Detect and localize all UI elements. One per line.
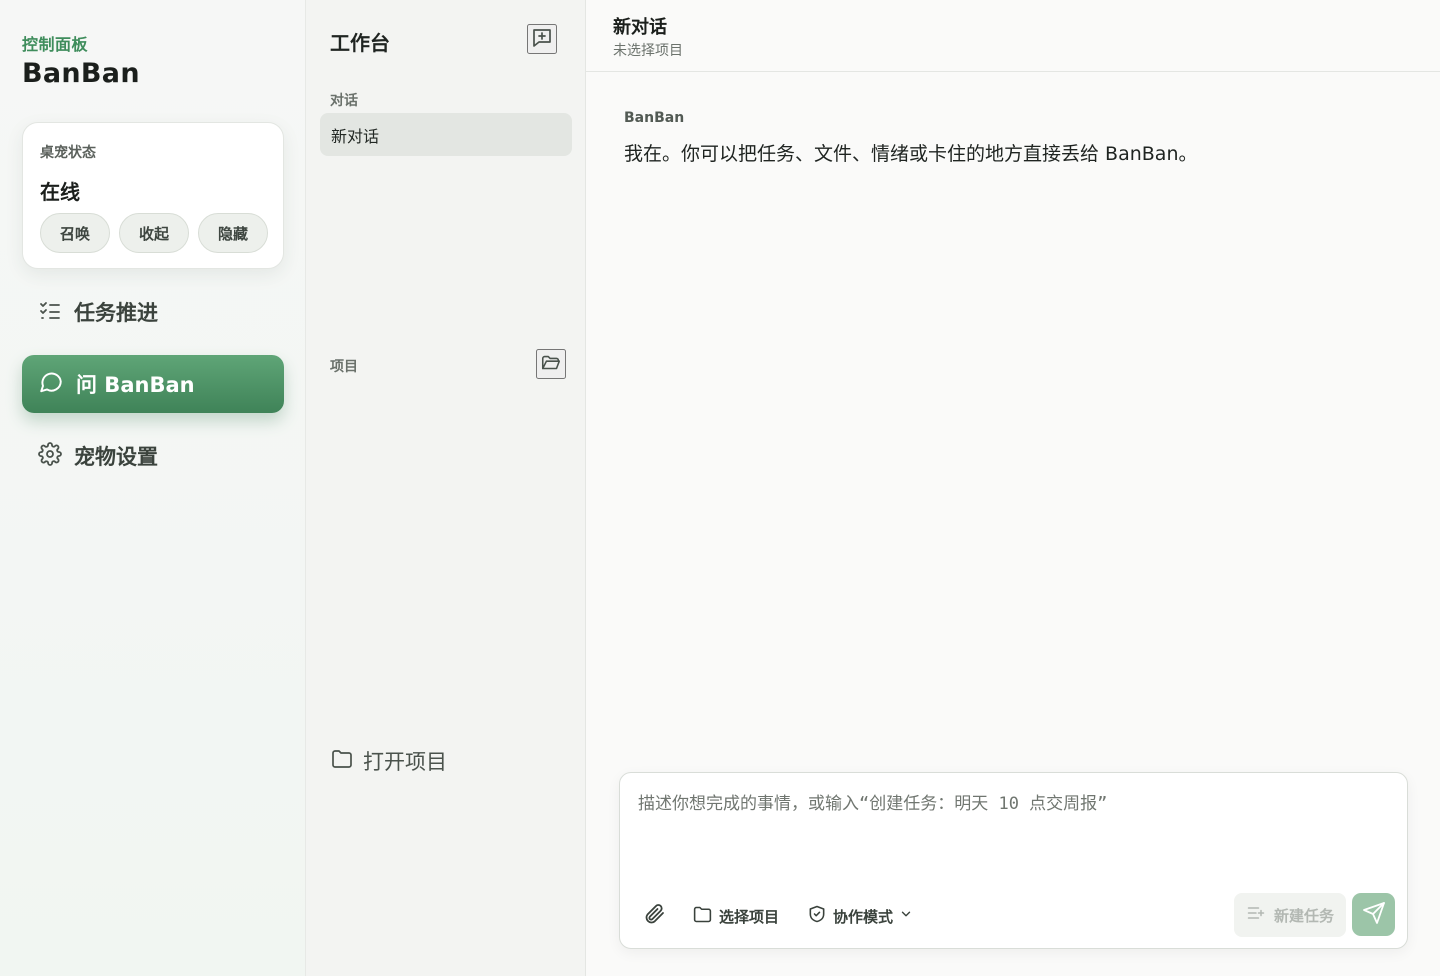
select-project-label: 选择项目 <box>719 908 780 926</box>
send-icon <box>1362 901 1386 928</box>
nav-item-label: 任务推进 <box>74 301 158 325</box>
collaboration-mode-label: 协作模式 <box>833 908 894 926</box>
folder-icon <box>692 904 713 929</box>
nav-item-ask-banban[interactable]: 问 BanBan <box>22 355 284 413</box>
app-window: 控制面板 BanBan 桌宠状态 在线 召唤 收起 隐藏 任务推进 问 BanB… <box>0 0 1440 976</box>
message-composer: 选择项目 协作模式 <box>619 772 1408 949</box>
checklist-icon <box>38 298 62 327</box>
message-sender: BanBan <box>624 110 685 126</box>
brand-kicker: 控制面板 <box>22 35 89 54</box>
workspace-panel: 工作台 对话 新对话 项目 打开项目 <box>306 0 586 976</box>
pet-status-card: 桌宠状态 在线 召唤 收起 隐藏 <box>22 122 284 269</box>
chat-main: 新对话 未选择项目 BanBan 我在。你可以把任务、文件、情绪或卡住的地方直接… <box>586 0 1440 976</box>
pet-status-label: 桌宠状态 <box>40 145 96 161</box>
chevron-down-icon <box>899 907 913 925</box>
summon-button[interactable]: 召唤 <box>40 213 110 253</box>
nav-item-label: 宠物设置 <box>74 445 158 469</box>
new-task-button[interactable]: 新建任务 <box>1234 893 1346 937</box>
chat-header: 新对话 未选择项目 <box>586 0 1440 72</box>
chat-project-subtitle: 未选择项目 <box>613 43 683 59</box>
select-project-button[interactable]: 选择项目 <box>692 904 779 929</box>
folder-open-icon <box>540 352 562 377</box>
new-conversation-button[interactable] <box>527 24 557 54</box>
brand-title: BanBan <box>22 58 140 89</box>
message-input[interactable] <box>638 791 1388 881</box>
pet-action-buttons: 召唤 收起 隐藏 <box>40 213 268 253</box>
chat-bubble-icon <box>38 369 64 400</box>
sidebar: 控制面板 BanBan 桌宠状态 在线 召唤 收起 隐藏 任务推进 问 BanB… <box>0 0 306 976</box>
attach-button[interactable] <box>642 902 666 930</box>
message-plus-icon <box>530 26 554 53</box>
conversations-section-label: 对话 <box>330 93 358 109</box>
conversation-item[interactable]: 新对话 <box>320 113 572 156</box>
paperclip-icon <box>642 902 666 930</box>
projects-section-label: 项目 <box>330 359 358 375</box>
composer-toolbar: 选择项目 协作模式 <box>642 903 913 929</box>
new-task-label: 新建任务 <box>1273 907 1334 925</box>
collaboration-mode-select[interactable]: 协作模式 <box>807 904 913 928</box>
folder-icon <box>330 747 354 776</box>
nav-item-tasks[interactable]: 任务推进 <box>22 283 284 341</box>
nav-item-pet-settings[interactable]: 宠物设置 <box>22 427 284 485</box>
message-text: 我在。你可以把任务、文件、情绪或卡住的地方直接丢给 BanBan。 <box>624 143 1198 165</box>
pet-status-value: 在线 <box>40 180 80 204</box>
send-button[interactable] <box>1352 893 1395 936</box>
gear-icon <box>38 441 62 471</box>
hide-button[interactable]: 隐藏 <box>198 213 268 253</box>
open-project-button[interactable]: 打开项目 <box>330 746 447 776</box>
open-project-label: 打开项目 <box>363 750 447 774</box>
nav-item-label: 问 BanBan <box>76 373 195 397</box>
list-plus-icon <box>1246 903 1266 927</box>
collapse-button[interactable]: 收起 <box>119 213 189 253</box>
chat-title: 新对话 <box>613 17 667 38</box>
workspace-title: 工作台 <box>330 31 390 55</box>
shield-check-icon <box>807 904 827 928</box>
browse-projects-button[interactable] <box>536 349 566 379</box>
